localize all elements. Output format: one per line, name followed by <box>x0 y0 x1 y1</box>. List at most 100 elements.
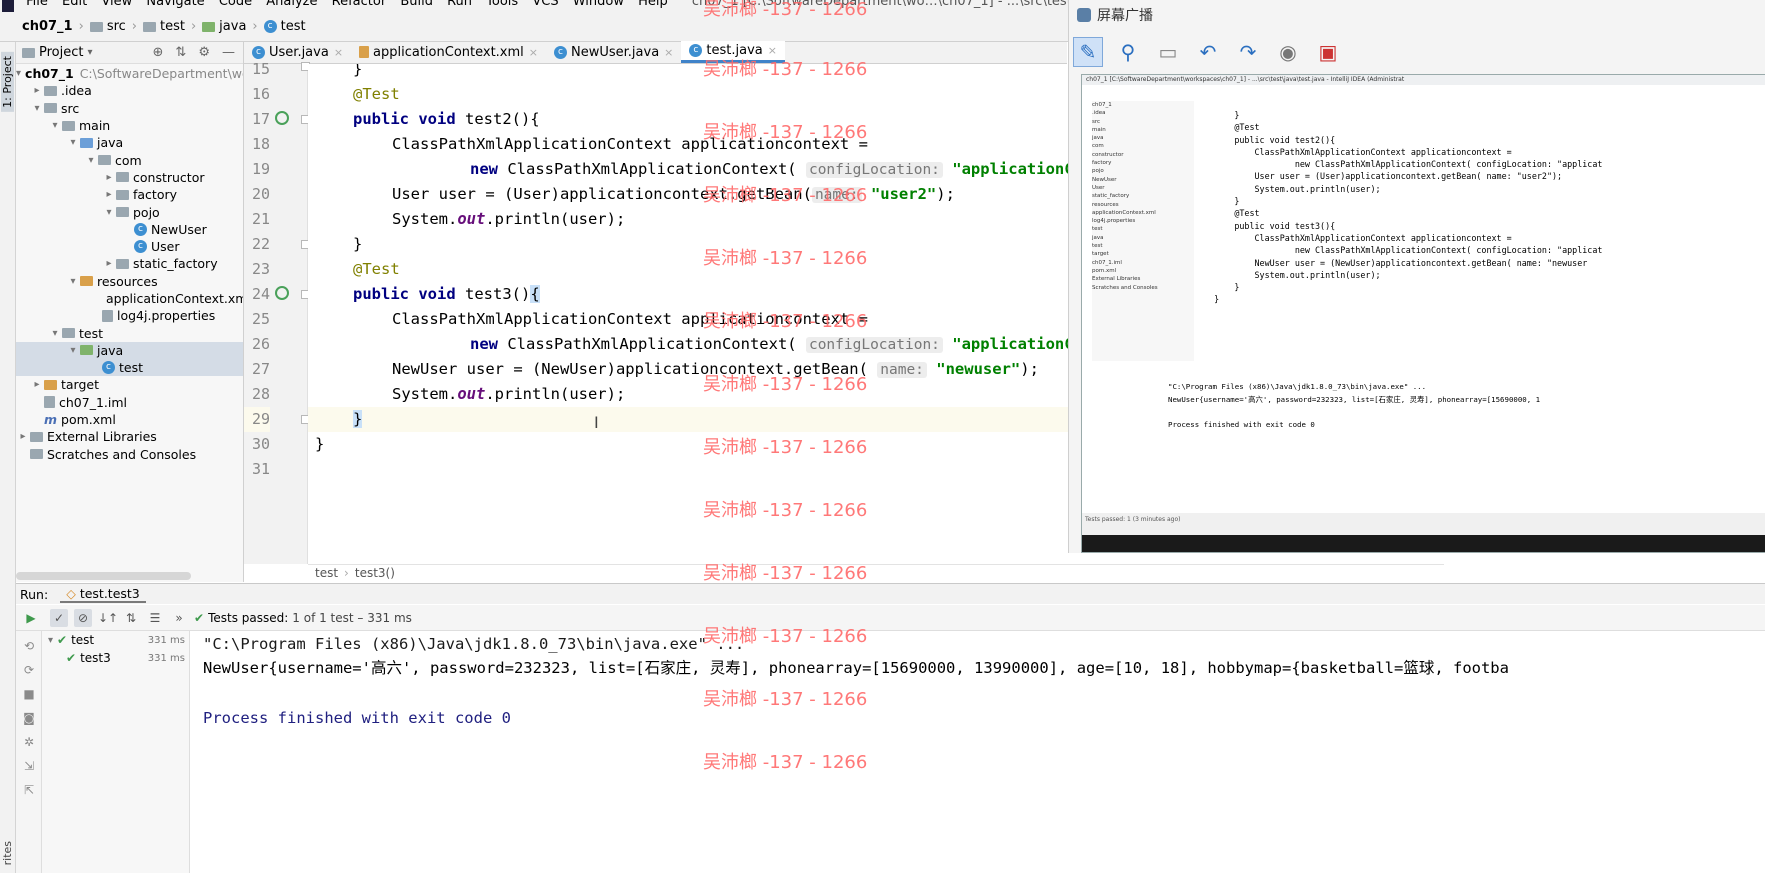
hide-icon[interactable]: — <box>222 45 235 60</box>
tree-item-newuser[interactable]: c NewUser <box>16 221 243 238</box>
breadcrumb-test-class[interactable]: c test <box>263 19 306 34</box>
menu-tools[interactable]: Tools <box>486 0 518 8</box>
chevron-down-icon[interactable]: ▾ <box>30 100 44 117</box>
test-tree-item[interactable]: ✔ test3 331 ms <box>42 649 189 667</box>
chevron-down-icon[interactable]: ▾ <box>48 325 62 342</box>
redo-icon[interactable]: ↷ <box>1233 37 1263 67</box>
menu-code[interactable]: Code <box>219 0 252 8</box>
sort-alpha-icon[interactable]: ↓↑ <box>98 609 118 627</box>
tree-item-src[interactable]: ▾ src <box>16 100 243 117</box>
chevron-right-icon[interactable]: ▸ <box>30 82 44 99</box>
toggle-auto-test-icon[interactable]: ⟳ <box>20 661 38 679</box>
chevron-down-icon[interactable]: ▾ <box>16 65 21 82</box>
menu-vcs[interactable]: VCS <box>532 0 558 8</box>
tree-item-application-context[interactable]: applicationContext.xml <box>16 290 243 307</box>
tree-item-log4j[interactable]: log4j.properties <box>16 307 243 324</box>
chevron-right-icon[interactable]: ▸ <box>102 255 116 272</box>
tree-item-main[interactable]: ▾ main <box>16 117 243 134</box>
chevron-right-icon[interactable]: ▸ <box>16 428 30 445</box>
tree-item-scratches[interactable]: Scratches and Consoles <box>16 446 243 463</box>
stop-icon[interactable]: ■ <box>20 685 38 703</box>
breadcrumb-project[interactable]: ch07_1 <box>22 19 73 34</box>
show-ignored-icon[interactable]: ⊘ <box>74 608 92 627</box>
menu-view[interactable]: View <box>101 0 132 8</box>
tree-item-pojo[interactable]: ▾ pojo <box>16 203 243 220</box>
locate-icon[interactable]: ⊕ <box>153 45 164 60</box>
tree-item-iml[interactable]: ch07_1.iml <box>16 394 243 411</box>
settings-icon[interactable]: ✲ <box>20 733 38 751</box>
favorites-tool-button[interactable]: rites <box>1 841 14 865</box>
chevron-down-icon[interactable]: ▾ <box>66 273 80 290</box>
project-horizontal-scrollbar[interactable] <box>16 572 191 580</box>
menu-refactor[interactable]: Refactor <box>332 0 387 8</box>
tab-application-context-xml[interactable]: applicationContext.xml × <box>351 41 546 63</box>
tree-item-idea[interactable]: ▸ .idea <box>16 82 243 99</box>
run-test-icon[interactable] <box>275 111 289 125</box>
menu-build[interactable]: Build <box>400 0 433 8</box>
tree-item-target[interactable]: ▸ target <box>16 376 243 393</box>
rerun-icon[interactable]: ▶ <box>22 609 40 627</box>
camera-icon[interactable]: ◙ <box>20 709 38 727</box>
menu-analyze[interactable]: Analyze <box>266 0 317 8</box>
breadcrumb-test[interactable]: test <box>143 19 185 34</box>
menu-navigate[interactable]: Navigate <box>146 0 204 8</box>
chevron-right-icon[interactable]: ▸ <box>102 186 116 203</box>
close-icon[interactable]: × <box>664 46 673 59</box>
tree-item-constructor[interactable]: ▸ constructor <box>16 169 243 186</box>
close-icon[interactable]: × <box>529 46 538 59</box>
zoom-icon[interactable]: ⚲ <box>1113 37 1143 67</box>
export-icon[interactable]: ⇱ <box>20 781 38 799</box>
run-test-icon[interactable] <box>275 286 289 300</box>
show-passed-icon[interactable]: ✓ <box>50 608 68 627</box>
collapse-icon[interactable]: ⇅ <box>175 45 186 60</box>
tree-item-factory[interactable]: ▸ factory <box>16 186 243 203</box>
tree-item-test-class[interactable]: c test <box>16 359 243 377</box>
test-tree-item[interactable]: ▾ ✔ test 331 ms <box>42 631 189 649</box>
editor-breadcrumb-method[interactable]: test3() <box>355 566 395 580</box>
undo-icon[interactable]: ↶ <box>1193 37 1223 67</box>
menu-run[interactable]: Run <box>447 0 472 8</box>
camera-icon[interactable]: ◉ <box>1273 37 1303 67</box>
gear-icon[interactable]: ⚙ <box>198 45 210 60</box>
menu-file[interactable]: File <box>26 0 48 8</box>
code-editor[interactable]: } @Test public void test2(){ ClassPathXm… <box>308 64 1068 564</box>
chevron-down-icon[interactable]: ▾ <box>66 134 80 151</box>
tab-newuser-java[interactable]: c NewUser.java × <box>546 41 681 63</box>
chevron-right-icon[interactable]: ▸ <box>30 376 44 393</box>
project-view-selector[interactable]: Project <box>39 45 83 60</box>
tree-item-external-libraries[interactable]: ▸ External Libraries <box>16 428 243 445</box>
breadcrumb-java[interactable]: java <box>202 19 246 34</box>
run-console[interactable]: "C:\Program Files (x86)\Java\jdk1.8.0_73… <box>190 631 1765 873</box>
tree-item-test[interactable]: ▾ test <box>16 324 243 341</box>
editor-breadcrumb-class[interactable]: test <box>315 566 338 580</box>
tree-item-root[interactable]: ▾ch07_1 C:\SoftwareDepartment\works <box>16 65 243 82</box>
tree-item-pom[interactable]: m pom.xml <box>16 411 243 428</box>
chevron-right-icon[interactable]: ▸ <box>102 169 116 186</box>
monitor-icon[interactable]: ▭ <box>1153 37 1183 67</box>
menu-edit[interactable]: Edit <box>62 0 87 8</box>
import-icon[interactable]: ⇲ <box>20 757 38 775</box>
chevron-down-icon[interactable]: ▾ <box>48 635 53 646</box>
tree-item-resources[interactable]: ▾ resources <box>16 273 243 290</box>
expand-all-icon[interactable]: ☰ <box>146 609 164 627</box>
more-icon[interactable]: » <box>170 609 188 627</box>
tree-item-user[interactable]: c User <box>16 238 243 255</box>
close-icon[interactable]: × <box>334 46 343 59</box>
chevron-down-icon[interactable]: ▾ <box>102 204 116 221</box>
tree-item-main-java[interactable]: ▾ java <box>16 134 243 151</box>
chevron-down-icon[interactable]: ▾ <box>87 47 92 58</box>
rerun-failed-icon[interactable]: ⟲ <box>20 637 38 655</box>
record-icon[interactable]: ▣ <box>1313 37 1343 67</box>
project-tool-button[interactable]: 1: Project <box>1 52 14 112</box>
tree-item-static-factory[interactable]: ▸ static_factory <box>16 255 243 272</box>
pin-icon[interactable]: ✎ <box>1073 37 1103 67</box>
menu-help[interactable]: Help <box>638 0 668 8</box>
chevron-down-icon[interactable]: ▾ <box>66 342 80 359</box>
tree-item-com[interactable]: ▾ com <box>16 151 243 168</box>
breadcrumb-src[interactable]: src <box>89 19 126 34</box>
sort-duration-icon[interactable]: ⇅ <box>122 609 140 627</box>
menu-window[interactable]: Window <box>573 0 624 8</box>
chevron-down-icon[interactable]: ▾ <box>48 117 62 134</box>
chevron-down-icon[interactable]: ▾ <box>84 152 98 169</box>
run-tab[interactable]: ◇ test.test3 <box>60 586 146 603</box>
